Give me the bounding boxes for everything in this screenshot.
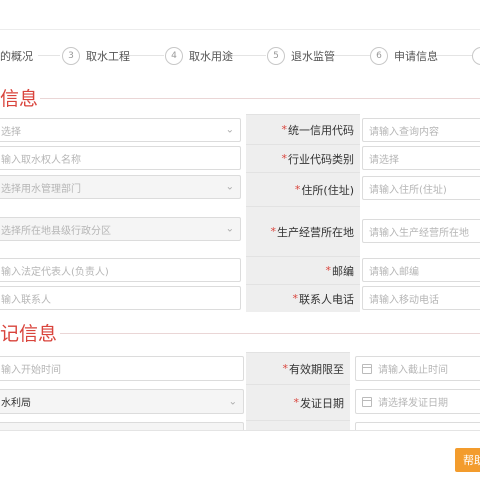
legal-representative-input[interactable]: 输入法定代表人(负责人): [0, 258, 241, 282]
water-authority-select[interactable]: 选择用水管理部门 ⌄: [0, 175, 241, 199]
step-number: 3: [62, 47, 80, 65]
expiry-date-input[interactable]: 请输入截止时间: [355, 356, 480, 381]
step-connector: [128, 55, 164, 56]
issue-date-label: * 发证日期: [246, 384, 350, 420]
contact-phone-label: * 联系人电话: [246, 284, 360, 312]
step-number: [472, 47, 480, 65]
step-connector: [38, 55, 60, 56]
credit-code-label: * 统一信用代码: [246, 114, 360, 144]
industry-code-label: * 行业代码类别: [246, 144, 360, 172]
address-input[interactable]: 请输入住所(住址): [362, 176, 480, 200]
step-number: 5: [267, 47, 285, 65]
step-label: 取水工程: [86, 50, 130, 63]
section-title-registration: 记信息: [0, 323, 58, 345]
expiry-label: * 有效期限至: [246, 352, 350, 384]
business-location-label: * 生产经营所在地: [246, 206, 360, 256]
industry-code-select[interactable]: 请选择: [362, 146, 480, 170]
start-time-input[interactable]: 输入开始时间: [0, 356, 244, 381]
business-location-input[interactable]: 请输入生产经营所在地: [362, 219, 480, 243]
county-district-select[interactable]: 选择所在地县级行政分区 ⌄: [0, 217, 241, 241]
applicant-type-select[interactable]: 选择 ⌄: [0, 118, 241, 142]
chevron-down-icon: ⌄: [225, 181, 234, 193]
chevron-down-icon: ⌄: [225, 124, 234, 136]
section-divider: [40, 98, 480, 99]
address-label: * 住所(住址): [246, 172, 360, 206]
step-item[interactable]: 4 取水用途: [165, 44, 233, 68]
step-label: 的概况: [0, 50, 33, 63]
postcode-input[interactable]: 请输入邮编: [362, 258, 480, 282]
step-item[interactable]: 3 取水工程: [62, 44, 130, 68]
step-number: 4: [165, 47, 183, 65]
right-holder-name-input[interactable]: 输入取水权人名称: [0, 146, 241, 170]
chevron-down-icon: ⌄: [228, 396, 237, 407]
step-label: 退水监管: [291, 50, 335, 63]
step-item[interactable]: 5 退水监管: [267, 44, 335, 68]
section-title-applicant: 信息: [0, 88, 39, 110]
credit-code-input[interactable]: 请输入查询内容: [362, 118, 480, 142]
calendar-icon: [362, 396, 372, 407]
footer-bar: [0, 430, 480, 480]
help-button[interactable]: 帮助: [455, 448, 480, 472]
chevron-down-icon: ⌄: [225, 223, 234, 235]
issue-date-input[interactable]: 请选择发证日期: [355, 389, 480, 414]
postcode-label: * 邮编: [246, 256, 360, 284]
step-label: 取水用途: [189, 50, 233, 63]
step-item[interactable]: 6 申请信息: [370, 44, 438, 68]
step-item[interactable]: 的概况: [0, 44, 33, 68]
step-number: 6: [370, 47, 388, 65]
section-divider: [60, 333, 480, 334]
calendar-icon: [362, 363, 372, 374]
step-label: 申请信息: [394, 50, 438, 63]
step-item-next[interactable]: [472, 44, 480, 68]
issuing-authority-field[interactable]: 水利局 ⌄: [0, 389, 244, 414]
top-bar: [0, 0, 480, 30]
form-panel: 的概况 3 取水工程 4 取水用途 5 退水监管 6 申请信息 信息 选择 ⌄ …: [0, 0, 480, 480]
step-connector: [334, 55, 370, 56]
contact-phone-input[interactable]: 请输入移动电话: [362, 286, 480, 310]
contact-person-input[interactable]: 输入联系人: [0, 286, 241, 310]
step-connector: [436, 55, 472, 56]
step-connector: [230, 55, 266, 56]
